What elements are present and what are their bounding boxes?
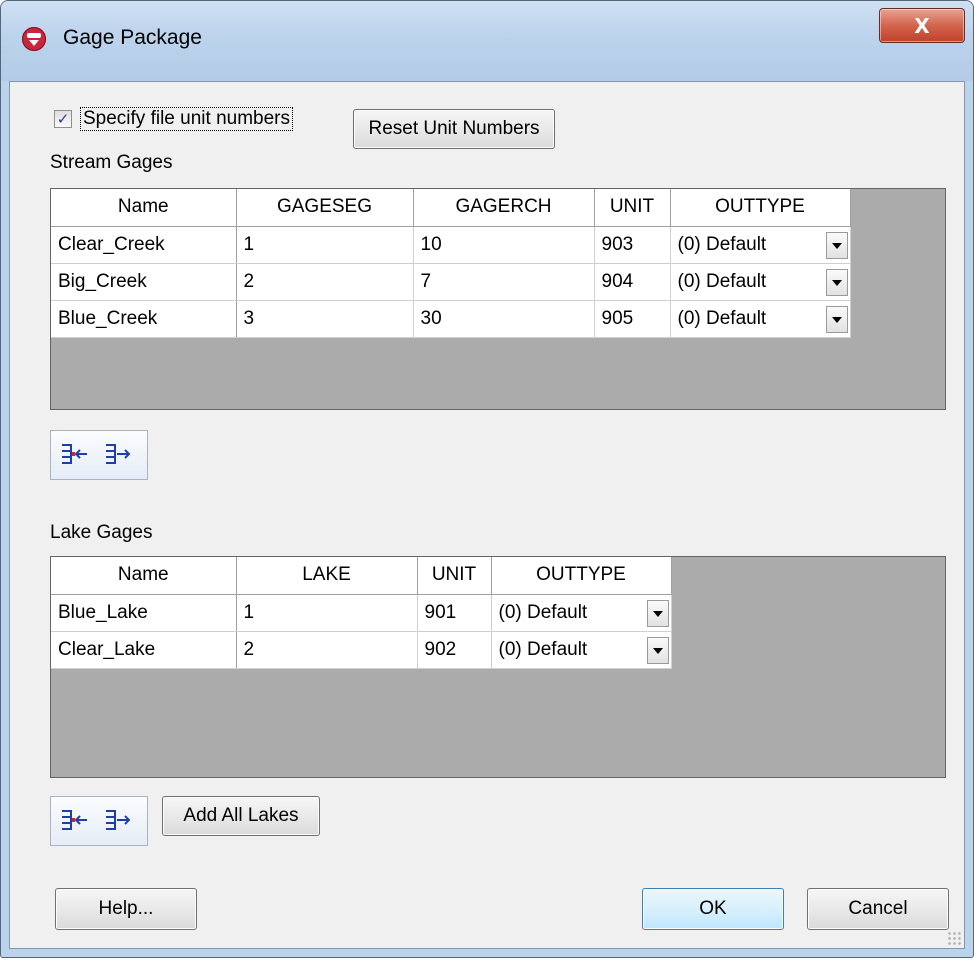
cell-lake[interactable]: 2 [236,631,418,669]
cell-unit[interactable]: 902 [417,631,492,669]
delete-row-icon[interactable] [99,797,139,845]
cell-unit[interactable]: 903 [594,226,671,264]
dialog-body: ✓ Specify file unit numbers Reset Unit N… [9,81,965,949]
table-header-row: Name GAGESEG GAGERCH UNIT OUTTYPE [51,189,851,227]
cell-outtype-combo[interactable]: (0) Default [491,594,672,632]
close-button[interactable]: X [879,8,965,43]
outtype-value: (0) Default [498,601,588,623]
cell-gageseg[interactable]: 3 [236,300,414,338]
specify-units-checkbox[interactable]: ✓ [54,110,72,128]
resize-grip[interactable] [947,931,961,945]
table-row: Big_Creek 2 7 904 (0) Default [51,263,851,301]
cell-name[interactable]: Blue_Creek [51,300,237,338]
cell-gageseg[interactable]: 1 [236,226,414,264]
cell-unit[interactable]: 905 [594,300,671,338]
dropdown-arrow-icon[interactable] [646,599,669,627]
lake-gages-table: Name LAKE UNIT OUTTYPE Blue_Lake 1 901 (… [51,557,672,669]
stream-gages-table: Name GAGESEG GAGERCH UNIT OUTTYPE Clear_… [51,189,851,338]
column-header-gagerch[interactable]: GAGERCH [413,189,595,227]
cell-unit[interactable]: 904 [594,263,671,301]
delete-row-icon[interactable] [99,431,139,479]
insert-row-icon[interactable] [55,431,95,479]
column-header-outtype[interactable]: OUTTYPE [491,557,672,595]
cell-outtype-combo[interactable]: (0) Default [670,300,851,338]
outtype-value: (0) Default [677,307,767,329]
lake-gages-label: Lake Gages [50,522,153,543]
column-header-name[interactable]: Name [51,189,237,227]
outtype-value: (0) Default [677,270,767,292]
table-row: Clear_Creek 1 10 903 (0) Default [51,226,851,264]
stream-gages-toolbar [50,430,148,480]
column-header-unit[interactable]: UNIT [594,189,671,227]
column-header-name[interactable]: Name [51,557,237,595]
dropdown-arrow-icon[interactable] [825,268,848,296]
dropdown-arrow-icon[interactable] [825,231,848,259]
cell-name[interactable]: Blue_Lake [51,594,237,632]
column-header-lake[interactable]: LAKE [236,557,418,595]
outtype-value: (0) Default [677,233,767,255]
cell-lake[interactable]: 1 [236,594,418,632]
title-bar: Gage Package X [1,1,973,81]
cell-name[interactable]: Clear_Lake [51,631,237,669]
cell-gagerch[interactable]: 30 [413,300,595,338]
table-row: Blue_Lake 1 901 (0) Default [51,594,672,632]
reset-unit-numbers-button[interactable]: Reset Unit Numbers [353,109,555,149]
table-row: Blue_Creek 3 30 905 (0) Default [51,300,851,338]
column-header-gageseg[interactable]: GAGESEG [236,189,414,227]
window-title: Gage Package [63,26,202,49]
specify-units-label[interactable]: Specify file unit numbers [80,107,293,131]
table-row: Clear_Lake 2 902 (0) Default [51,631,672,669]
cell-gagerch[interactable]: 7 [413,263,595,301]
stream-gages-grid[interactable]: Name GAGESEG GAGERCH UNIT OUTTYPE Clear_… [50,188,946,410]
cancel-button[interactable]: Cancel [807,888,949,930]
app-icon [22,27,46,51]
column-header-unit[interactable]: UNIT [417,557,492,595]
cell-outtype-combo[interactable]: (0) Default [491,631,672,669]
column-header-outtype[interactable]: OUTTYPE [670,189,851,227]
insert-row-icon[interactable] [55,797,95,845]
help-button[interactable]: Help... [55,888,197,930]
cell-name[interactable]: Big_Creek [51,263,237,301]
cell-gageseg[interactable]: 2 [236,263,414,301]
dropdown-arrow-icon[interactable] [825,305,848,333]
lake-gages-toolbar [50,796,148,846]
gage-package-dialog: Gage Package X ✓ Specify file unit numbe… [0,0,974,958]
cell-gagerch[interactable]: 10 [413,226,595,264]
cell-unit[interactable]: 901 [417,594,492,632]
cell-outtype-combo[interactable]: (0) Default [670,263,851,301]
dropdown-arrow-icon[interactable] [646,636,669,664]
lake-gages-grid[interactable]: Name LAKE UNIT OUTTYPE Blue_Lake 1 901 (… [50,556,946,778]
cell-outtype-combo[interactable]: (0) Default [670,226,851,264]
table-header-row: Name LAKE UNIT OUTTYPE [51,557,672,595]
outtype-value: (0) Default [498,638,588,660]
cell-name[interactable]: Clear_Creek [51,226,237,264]
stream-gages-label: Stream Gages [50,152,173,173]
add-all-lakes-button[interactable]: Add All Lakes [162,796,320,836]
ok-button[interactable]: OK [642,888,784,930]
